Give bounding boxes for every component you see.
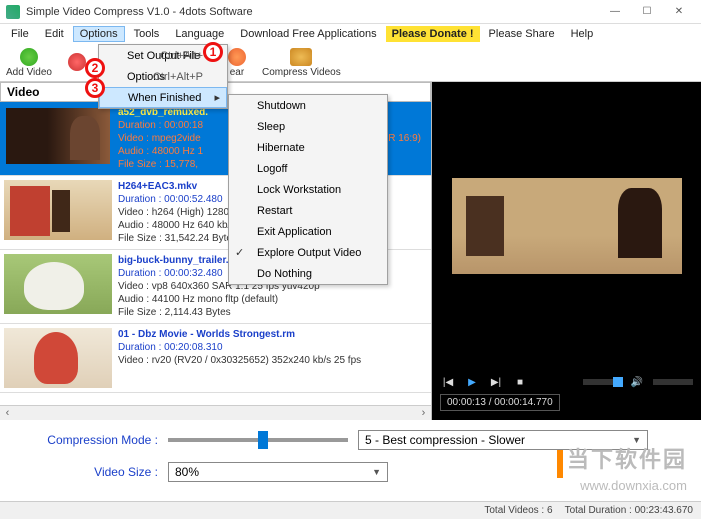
remove-button[interactable] (68, 53, 86, 72)
menu-download[interactable]: Download Free Applications (233, 26, 383, 42)
minimize-button[interactable]: — (599, 2, 631, 22)
menu-when-finished[interactable]: When Finished ▸ (99, 87, 227, 108)
horizontal-scrollbar[interactable]: ‹ › (0, 405, 431, 420)
scroll-right-icon[interactable]: › (416, 407, 431, 419)
menu-share[interactable]: Please Share (482, 26, 562, 42)
video-size-select[interactable]: 80% ▼ (168, 462, 388, 482)
submenu-hibernate[interactable]: Hibernate (229, 137, 387, 158)
submenu-exit[interactable]: Exit Application (229, 221, 387, 242)
window-title: Simple Video Compress V1.0 - 4dots Softw… (26, 6, 599, 18)
submenu-shutdown[interactable]: Shutdown (229, 95, 387, 116)
check-icon: ✓ (235, 246, 244, 259)
menu-options-item[interactable]: Options Ctrl+Alt+P (99, 66, 227, 87)
total-duration: Total Duration : 00:23:43.670 (565, 505, 693, 516)
menu-edit[interactable]: Edit (38, 26, 71, 42)
submenu-restart[interactable]: Restart (229, 200, 387, 221)
submenu-lock[interactable]: Lock Workstation (229, 179, 387, 200)
plus-icon (20, 48, 38, 66)
play-button[interactable]: ▶ (464, 374, 480, 390)
when-finished-submenu: Shutdown Sleep Hibernate Logoff Lock Wor… (228, 94, 388, 285)
compression-mode-label: Compression Mode : (18, 433, 158, 447)
chevron-down-icon: ▼ (372, 467, 381, 477)
watermark: 当下软件园 www.downxia.com (557, 442, 687, 493)
video-player (432, 82, 701, 370)
menu-file[interactable]: File (4, 26, 36, 42)
prev-button[interactable]: |◀ (440, 374, 456, 390)
minus-icon (68, 53, 86, 71)
compress-button[interactable]: Compress Videos (262, 48, 341, 78)
submenu-do-nothing[interactable]: Do Nothing (229, 263, 387, 284)
seek-thumb[interactable] (613, 377, 623, 387)
broom-icon (228, 48, 246, 66)
maximize-button[interactable]: ☐ (631, 2, 663, 22)
close-button[interactable]: ✕ (663, 2, 695, 22)
callout-3: 3 (85, 78, 105, 98)
next-button[interactable]: ▶| (488, 374, 504, 390)
menu-bar: File Edit Options Tools Language Downloa… (0, 24, 701, 44)
callout-1: 1 (203, 42, 223, 62)
menu-donate[interactable]: Please Donate ! (386, 26, 480, 42)
compress-icon (290, 48, 312, 66)
menu-tools[interactable]: Tools (127, 26, 167, 42)
video-size-label: Video Size : (18, 465, 158, 479)
add-video-button[interactable]: Add Video (6, 48, 52, 78)
menu-options[interactable]: Options (73, 26, 125, 42)
title-bar: Simple Video Compress V1.0 - 4dots Softw… (0, 0, 701, 24)
clear-button[interactable]: ear (228, 48, 246, 78)
video-frame (452, 178, 682, 274)
stop-button[interactable]: ■ (512, 374, 528, 390)
video-thumbnail (4, 180, 112, 240)
total-videos: Total Videos : 6 (484, 505, 552, 516)
video-filename: 01 - Dbz Movie - Worlds Strongest.rm (118, 328, 427, 341)
preview-pane: |◀ ▶ ▶| ■ 🔊 00:00:13 / 00:00:14.770 (432, 82, 701, 420)
video-thumbnail (4, 328, 112, 388)
add-video-label: Add Video (6, 67, 52, 78)
player-controls: |◀ ▶ ▶| ■ 🔊 00:00:13 / 00:00:14.770 (432, 370, 701, 420)
seek-slider[interactable] (583, 379, 622, 385)
timecode-display: 00:00:13 / 00:00:14.770 (440, 394, 560, 411)
menu-language[interactable]: Language (168, 26, 231, 42)
submenu-explore-output[interactable]: ✓ Explore Output Video (229, 242, 387, 263)
menu-help[interactable]: Help (564, 26, 601, 42)
chevron-right-icon: ▸ (214, 91, 220, 104)
volume-icon[interactable]: 🔊 (629, 374, 645, 390)
compression-slider[interactable] (168, 438, 348, 442)
video-item[interactable]: 01 - Dbz Movie - Worlds Strongest.rm Dur… (0, 324, 431, 393)
submenu-sleep[interactable]: Sleep (229, 116, 387, 137)
video-thumbnail (4, 106, 112, 166)
status-bar: Total Videos : 6 Total Duration : 00:23:… (0, 501, 701, 519)
submenu-logoff[interactable]: Logoff (229, 158, 387, 179)
video-thumbnail (4, 254, 112, 314)
app-icon (6, 5, 20, 19)
slider-knob[interactable] (258, 431, 268, 449)
callout-2: 2 (85, 58, 105, 78)
volume-slider[interactable] (653, 379, 693, 385)
scroll-left-icon[interactable]: ‹ (0, 407, 15, 419)
